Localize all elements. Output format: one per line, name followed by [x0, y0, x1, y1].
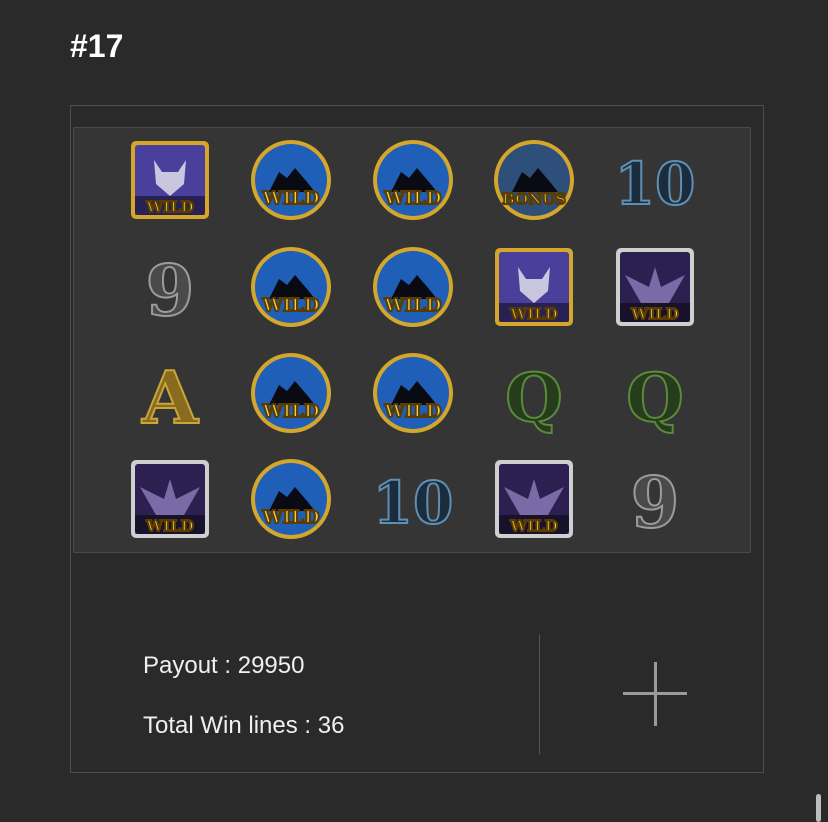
wild-coin-icon: WILD [251, 459, 331, 539]
ten-icon: 10 [372, 468, 455, 538]
reel-symbol-owl-wild: WILD [128, 457, 212, 541]
payout-text: Payout : 29950 [143, 652, 305, 679]
svg-text:WILD: WILD [630, 305, 678, 323]
nine-icon: 9 [630, 460, 681, 541]
svg-text:9: 9 [631, 461, 680, 541]
wild-coin-icon: WILD [251, 247, 331, 327]
result-card: WILD WILD WILD BONUS 10 9 WILD WILD WILD WILD A WIL… [70, 105, 764, 773]
svg-text:WILD: WILD [384, 295, 442, 316]
svg-text:WILD: WILD [262, 188, 320, 209]
scrollbar[interactable] [816, 794, 821, 822]
wild-coin-icon: WILD [251, 353, 331, 433]
reel-symbol-bonus-coin: BONUS [492, 138, 576, 222]
nine-icon: 9 [145, 248, 196, 329]
bonus-coin-icon: BONUS [494, 140, 574, 220]
queen-icon: Q [504, 358, 564, 435]
wild-coin-icon: WILD [373, 353, 453, 433]
reel-symbol-wild-coin: WILD [249, 457, 333, 541]
reel-symbol-wild-coin: WILD [249, 351, 333, 435]
divider [539, 634, 540, 754]
reel-symbol-nine: 9 [613, 457, 697, 541]
win-lines-text: Total Win lines : 36 [143, 712, 345, 739]
wolf-wild-icon: WILD [131, 141, 209, 219]
reel-symbol-wild-coin: WILD [371, 245, 455, 329]
svg-text:WILD: WILD [509, 517, 557, 535]
reel-symbol-nine: 9 [128, 245, 212, 329]
reel-symbol-owl-wild: WILD [492, 457, 576, 541]
reel-symbol-wild-coin: WILD [249, 138, 333, 222]
reel-symbol-queen: Q [492, 351, 576, 435]
svg-text:WILD: WILD [145, 517, 193, 535]
ace-icon: A [140, 354, 200, 435]
reel-symbol-queen: Q [613, 351, 697, 435]
owl-wild-icon: WILD [616, 248, 694, 326]
svg-text:WILD: WILD [262, 401, 320, 422]
svg-text:WILD: WILD [262, 295, 320, 316]
svg-text:Q: Q [505, 359, 563, 435]
reel-symbol-ten: 10 [371, 457, 455, 541]
svg-text:WILD: WILD [384, 188, 442, 209]
svg-text:WILD: WILD [509, 305, 557, 323]
result-title: #17 [70, 28, 124, 64]
wolf-wild-icon: WILD [495, 248, 573, 326]
svg-text:10: 10 [373, 469, 454, 537]
wild-coin-icon: WILD [373, 247, 453, 327]
reel-symbol-wild-coin: WILD [371, 351, 455, 435]
reel-symbol-owl-wild: WILD [613, 245, 697, 329]
queen-icon: Q [625, 358, 685, 435]
owl-wild-icon: WILD [131, 460, 209, 538]
reel-symbol-wolf-wild: WILD [492, 245, 576, 329]
owl-wild-icon: WILD [495, 460, 573, 538]
svg-text:Q: Q [626, 359, 684, 435]
wild-coin-icon: WILD [251, 140, 331, 220]
reel-symbol-ten: 10 [613, 138, 697, 222]
svg-text:WILD: WILD [384, 401, 442, 422]
reel-symbol-wild-coin: WILD [371, 138, 455, 222]
svg-text:BONUS: BONUS [502, 190, 566, 208]
svg-text:WILD: WILD [262, 507, 320, 528]
svg-text:A: A [141, 355, 199, 435]
wild-coin-icon: WILD [373, 140, 453, 220]
reel-symbol-wild-coin: WILD [249, 245, 333, 329]
reel-grid: WILD WILD WILD BONUS 10 9 WILD WILD WILD WILD A WIL… [73, 127, 751, 553]
reel-symbol-ace: A [128, 351, 212, 435]
ten-icon: 10 [614, 149, 697, 219]
svg-text:WILD: WILD [145, 198, 193, 216]
svg-text:10: 10 [615, 150, 696, 218]
svg-text:9: 9 [146, 249, 195, 329]
expand-plus-icon[interactable] [623, 662, 687, 726]
reel-symbol-wolf-wild: WILD [128, 138, 212, 222]
